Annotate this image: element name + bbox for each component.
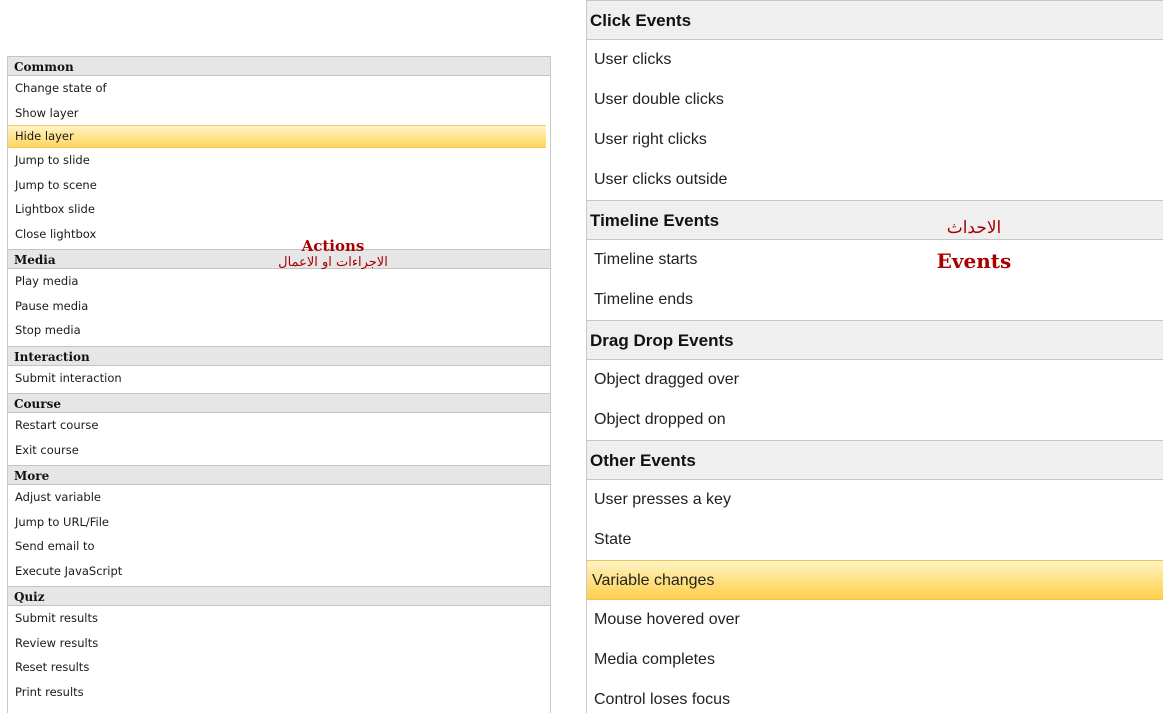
action-jump-to-slide[interactable]: Jump to slide	[8, 148, 550, 173]
event-variable-changes[interactable]: Variable changes	[587, 560, 1163, 600]
action-pause-media[interactable]: Pause media	[8, 294, 550, 319]
group-header-quiz: Quiz	[8, 586, 550, 606]
group-header-more: More	[8, 465, 550, 485]
action-play-media[interactable]: Play media	[8, 269, 550, 294]
events-annotation-arabic: الاحداث	[946, 218, 1002, 238]
action-lightbox-slide[interactable]: Lightbox slide	[8, 197, 550, 222]
action-show-layer[interactable]: Show layer	[8, 101, 550, 126]
event-user-double-clicks[interactable]: User double clicks	[587, 80, 1163, 120]
actions-annotation: Actions الاجراءات او الاعمال	[233, 237, 433, 271]
action-submit-interaction[interactable]: Submit interaction	[8, 366, 550, 391]
events-annotation-english: Events	[936, 249, 1012, 273]
action-print-results[interactable]: Print results	[8, 680, 550, 705]
action-review-results[interactable]: Review results	[8, 631, 550, 656]
event-user-clicks-outside[interactable]: User clicks outside	[587, 160, 1163, 200]
actions-list-panel: Common Change state of Show layer Hide l…	[7, 56, 551, 713]
action-stop-media[interactable]: Stop media	[8, 318, 550, 343]
event-user-right-clicks[interactable]: User right clicks	[587, 120, 1163, 160]
events-list-panel: Click Events User clicks User double cli…	[586, 0, 1163, 713]
event-object-dropped-on[interactable]: Object dropped on	[587, 400, 1163, 440]
event-timeline-starts[interactable]: Timeline starts	[587, 240, 1163, 280]
action-jump-to-scene[interactable]: Jump to scene	[8, 173, 550, 198]
group-header-common: Common	[8, 56, 550, 76]
group-header-timeline-events: Timeline Events	[587, 200, 1163, 240]
event-state[interactable]: State	[587, 520, 1163, 560]
event-media-completes[interactable]: Media completes	[587, 640, 1163, 680]
action-exit-course[interactable]: Exit course	[8, 438, 550, 463]
event-object-dragged-over[interactable]: Object dragged over	[587, 360, 1163, 400]
action-change-state-of[interactable]: Change state of	[8, 76, 550, 101]
action-restart-course[interactable]: Restart course	[8, 413, 550, 438]
group-header-course: Course	[8, 393, 550, 413]
event-mouse-hovered-over[interactable]: Mouse hovered over	[587, 600, 1163, 640]
action-adjust-variable[interactable]: Adjust variable	[8, 485, 550, 510]
action-send-email-to[interactable]: Send email to	[8, 534, 550, 559]
group-header-other-events: Other Events	[587, 440, 1163, 480]
event-timeline-ends[interactable]: Timeline ends	[587, 280, 1163, 320]
group-header-drag-drop-events: Drag Drop Events	[587, 320, 1163, 360]
action-submit-results[interactable]: Submit results	[8, 606, 550, 631]
event-user-clicks[interactable]: User clicks	[587, 40, 1163, 80]
actions-annotation-arabic: الاجراءات او الاعمال	[278, 255, 388, 270]
action-jump-to-url-file[interactable]: Jump to URL/File	[8, 510, 550, 535]
group-header-interaction: Interaction	[8, 345, 550, 366]
action-execute-javascript[interactable]: Execute JavaScript	[8, 559, 550, 584]
action-hide-layer[interactable]: Hide layer	[8, 125, 546, 148]
action-reset-results[interactable]: Reset results	[8, 655, 550, 680]
group-header-click-events: Click Events	[587, 0, 1163, 40]
event-user-presses-a-key[interactable]: User presses a key	[587, 480, 1163, 520]
actions-annotation-english: Actions	[301, 237, 365, 255]
events-annotation: الاحداث Events	[922, 214, 1026, 276]
event-control-loses-focus[interactable]: Control loses focus	[587, 680, 1163, 713]
